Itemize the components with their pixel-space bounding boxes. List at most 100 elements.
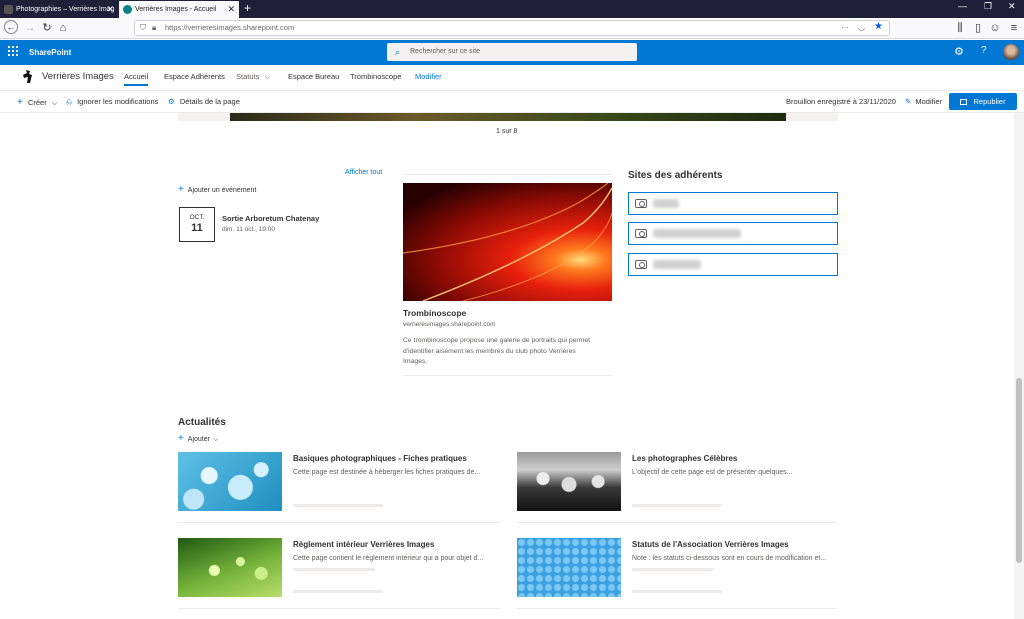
- news-title[interactable]: Règlement intérieur Verrières Images: [293, 540, 434, 549]
- member-site-1[interactable]: [628, 192, 838, 215]
- search-placeholder: Rechercher sur ce site: [410, 48, 481, 55]
- lock-icon[interactable]: 🔒︎: [152, 21, 156, 35]
- republish-icon: [960, 99, 968, 105]
- page-details-button[interactable]: ⚙ Détails de la page: [168, 97, 240, 106]
- news-meta-placeholder: [632, 568, 714, 571]
- card-bottom-border: [403, 375, 612, 376]
- sites-heading: Sites des adhérents: [628, 170, 723, 181]
- news-image-photographers[interactable]: [517, 452, 621, 511]
- add-news-button[interactable]: + Ajouter ⌵: [178, 433, 218, 444]
- edit-button[interactable]: ✎ Modifier: [905, 97, 942, 106]
- ignore-changes-button[interactable]: ⎌ Ignorer les modifications: [66, 97, 158, 107]
- event-day: 11: [191, 222, 203, 234]
- news-meta-placeholder: [293, 590, 383, 593]
- site-name[interactable]: Verrières Images: [42, 71, 114, 82]
- account-icon[interactable]: ☺: [987, 20, 1003, 36]
- back-icon[interactable]: ←: [4, 20, 18, 34]
- suite-bar: SharePoint ⌕ Rechercher sur ce site ⚙ ?: [0, 40, 1024, 65]
- reload-icon[interactable]: ↻: [39, 20, 55, 36]
- card-image[interactable]: [403, 183, 612, 301]
- hero-image[interactable]: [230, 113, 786, 121]
- avatar[interactable]: [1003, 44, 1019, 60]
- search-input[interactable]: ⌕ Rechercher sur ce site: [387, 43, 637, 61]
- event-month: OCT.: [189, 214, 205, 221]
- republish-button[interactable]: Republier: [949, 93, 1017, 110]
- discard-icon: ⎌: [66, 97, 72, 106]
- settings-gear-icon[interactable]: ⚙: [954, 45, 964, 58]
- site-logo-icon[interactable]: [22, 69, 34, 84]
- card-title[interactable]: Trombinoscope: [403, 308, 466, 318]
- search-icon: ⌕: [395, 47, 401, 57]
- draft-status: Brouillon enregistré à 23/11/2020: [786, 97, 896, 106]
- card-description-line: Images.: [403, 358, 428, 365]
- blurred-site-name: [653, 199, 679, 208]
- event-title[interactable]: Sortie Arboretum Chatenay: [222, 214, 319, 223]
- blurred-site-name: [653, 260, 701, 269]
- url-text: https://verrieresimages.sharepoint.com: [165, 23, 295, 32]
- news-description: Cette page est destinée à héberger les f…: [293, 469, 481, 476]
- nav-statuts[interactable]: Statuts ⌵: [236, 72, 270, 82]
- member-site-3[interactable]: [628, 253, 838, 276]
- menu-icon[interactable]: ≡: [1006, 20, 1022, 36]
- browser-tab-bar: Photographies – Verrières Imag ✕ Verrièr…: [0, 0, 1024, 18]
- news-image-bubbles[interactable]: [178, 452, 282, 511]
- restore-window-icon[interactable]: ❐: [984, 1, 992, 12]
- news-heading: Actualités: [178, 417, 226, 428]
- app-name[interactable]: SharePoint: [29, 48, 71, 57]
- browser-tab-photographies[interactable]: Photographies – Verrières Imag ✕: [0, 1, 118, 18]
- camera-icon: [635, 260, 647, 269]
- page-actions-icon[interactable]: ···: [841, 21, 849, 35]
- add-event-button[interactable]: + Ajouter un événement: [178, 184, 256, 195]
- close-tab-icon[interactable]: ✕: [227, 1, 235, 18]
- hero-side-left: [178, 113, 230, 121]
- new-tab-button[interactable]: +: [244, 1, 251, 16]
- card-top-border: [403, 174, 612, 175]
- tab-title: Photographies – Verrières Imag: [16, 6, 115, 13]
- add-news-label: Ajouter: [187, 436, 210, 443]
- app-launcher-icon[interactable]: [7, 45, 18, 56]
- plus-icon: +: [178, 184, 184, 195]
- event-datetime: dim. 11 oct., 19:00: [222, 226, 275, 233]
- camera-icon: [635, 199, 647, 208]
- minimize-window-icon[interactable]: —: [958, 1, 967, 11]
- bookmark-star-icon[interactable]: ★: [874, 20, 883, 34]
- plus-icon: +: [17, 97, 23, 108]
- republish-label: Republier: [973, 97, 1006, 106]
- create-button[interactable]: + Créer ⌵: [17, 97, 57, 108]
- forward-icon[interactable]: →: [22, 20, 38, 36]
- sidebar-icon[interactable]: ▯: [970, 20, 986, 36]
- event-date-box[interactable]: OCT. 11: [179, 207, 215, 242]
- news-meta-placeholder: [632, 504, 722, 507]
- hero-pager: 1 sur 8: [496, 128, 518, 135]
- news-image-blue-pattern[interactable]: [517, 538, 621, 597]
- nav-espace-adherents[interactable]: Espace Adhérents: [164, 72, 225, 81]
- url-bar[interactable]: ⛉ 🔒︎ https://verrieresimages.sharepoint.…: [134, 20, 890, 36]
- nav-trombinoscope[interactable]: Trombinoscope: [350, 72, 401, 81]
- nav-espace-bureau[interactable]: Espace Bureau: [288, 72, 339, 81]
- news-title[interactable]: Les photographes Célèbres: [632, 454, 737, 463]
- news-title[interactable]: Basiques photographiques - Fiches pratiq…: [293, 454, 467, 463]
- pocket-icon[interactable]: ◡: [858, 21, 865, 35]
- help-icon[interactable]: ?: [981, 45, 987, 56]
- ignore-label: Ignorer les modifications: [77, 97, 159, 106]
- browser-tab-accueil[interactable]: Verrières Images - Accueil ✕: [119, 1, 239, 18]
- news-separator: [517, 608, 837, 609]
- shield-icon[interactable]: ⛉: [140, 21, 146, 35]
- page-scrollbar-thumb[interactable]: [1016, 378, 1022, 563]
- library-icon[interactable]: ⫼: [952, 20, 968, 36]
- news-image-droplets[interactable]: [178, 538, 282, 597]
- create-label: Créer: [27, 98, 47, 107]
- close-tab-icon[interactable]: ✕: [106, 1, 114, 18]
- events-see-all-link[interactable]: Afficher tout: [345, 169, 382, 176]
- chevron-down-icon: ⌵: [212, 436, 219, 443]
- home-icon[interactable]: ⌂: [55, 20, 71, 36]
- details-label: Détails de la page: [179, 97, 240, 106]
- tab-title: Verrières Images - Accueil: [135, 6, 217, 13]
- news-separator: [178, 522, 500, 523]
- news-separator: [517, 522, 837, 523]
- close-window-icon[interactable]: ✕: [1008, 1, 1016, 12]
- member-site-2[interactable]: [628, 222, 838, 245]
- nav-modifier-link[interactable]: Modifier: [415, 72, 442, 81]
- nav-accueil[interactable]: Accueil: [124, 72, 149, 86]
- news-title[interactable]: Statuts de l'Association Verrières Image…: [632, 540, 789, 549]
